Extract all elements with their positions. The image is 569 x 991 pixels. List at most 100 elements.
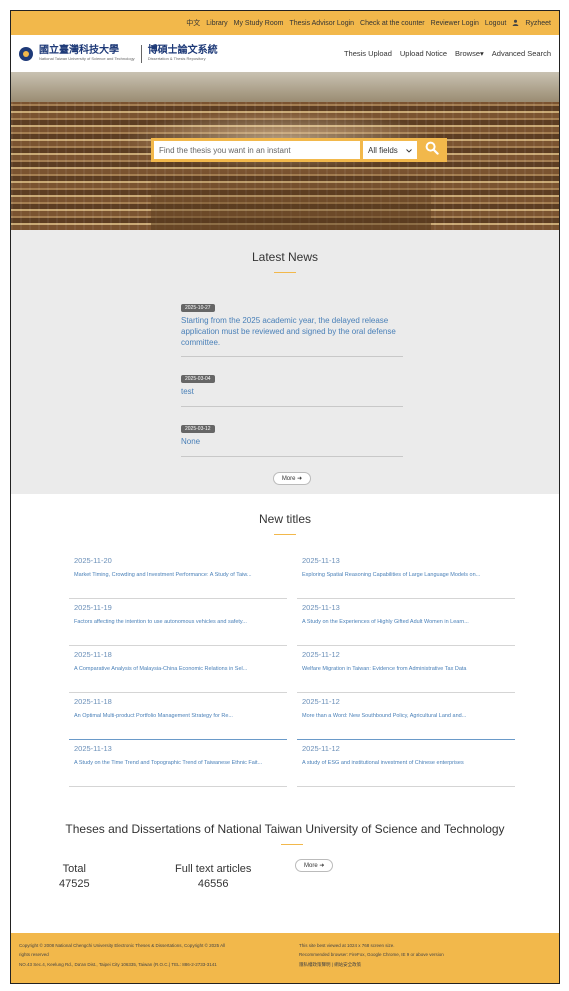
nav-advanced-search[interactable]: Advanced Search [492, 49, 551, 58]
title-link[interactable]: Exploring Spatial Reasoning Capabilities… [302, 572, 510, 578]
title-date: 2025-11-12 [302, 744, 340, 753]
news-item[interactable]: 2025-10-27 Starting from the 2025 academ… [181, 292, 403, 358]
library-link[interactable]: Library [206, 20, 227, 27]
field-select[interactable]: All fields [363, 141, 417, 159]
new-titles-section: New titles 2025-11-20 Market Timing, Cro… [11, 494, 559, 806]
footer-browser-note: Recommended browser: FireFox, Google Chr… [299, 952, 444, 958]
stat-fulltext-value: 46556 [197, 878, 229, 891]
stats-more-label: More [304, 863, 318, 869]
title-card[interactable]: 2025-11-13 A Study on the Experiences of… [297, 599, 515, 646]
footer-policy-links[interactable]: 隱私權政策聲明 | 網站安全政策 [299, 960, 549, 969]
reviewer-login-link[interactable]: Reviewer Login [431, 20, 479, 27]
title-card[interactable]: 2025-11-13 A Study on the Time Trend and… [69, 740, 287, 787]
title-link[interactable]: A Comparative Analysis of Malaysia-China… [74, 666, 282, 672]
browser-frame: 中文 Library My Study Room Thesis Advisor … [10, 10, 560, 984]
title-link[interactable]: Factors affecting the intention to use a… [74, 619, 282, 625]
chevron-down-icon [406, 146, 412, 155]
news-list: 2025-10-27 Starting from the 2025 academ… [181, 292, 403, 485]
footer-address: NO.43 Sec.4, Keelung Rd., Da'an Dist., T… [19, 961, 217, 967]
hero-ceiling [11, 72, 559, 102]
logo-divider [140, 44, 142, 63]
title-link[interactable]: More than a Word: New Southbound Policy,… [302, 713, 510, 719]
search-button[interactable] [420, 141, 444, 159]
title-card[interactable]: 2025-11-18 An Optimal Multi-product Port… [69, 693, 287, 740]
check-counter-link[interactable]: Check at the counter [360, 20, 425, 27]
title-link[interactable]: Market Timing, Crowding and Investment P… [74, 572, 282, 578]
lang-link[interactable]: 中文 [186, 18, 200, 28]
search-icon [425, 141, 439, 160]
nav-thesis-upload[interactable]: Thesis Upload [344, 49, 392, 58]
footer-rights: rights reserved [19, 952, 49, 958]
title-link[interactable]: A Study on the Experiences of Highly Gif… [302, 619, 510, 625]
title-underline [274, 272, 296, 273]
title-date: 2025-11-13 [302, 603, 340, 612]
stats-more-button[interactable]: More ➜ [295, 859, 334, 872]
news-text[interactable]: Starting from the 2025 academic year, th… [181, 316, 403, 348]
study-room-link[interactable]: My Study Room [234, 20, 284, 27]
stats-title: Theses and Dissertations of National Tai… [65, 822, 505, 836]
site-logo[interactable]: 國立臺灣科技大學 National Taiwan University of S… [19, 44, 218, 63]
title-card[interactable]: 2025-11-12 Welfare Migration in Taiwan: … [297, 646, 515, 693]
news-text[interactable]: None [181, 437, 403, 448]
logo-subtext: National Taiwan University of Science an… [39, 55, 135, 61]
title-card[interactable]: 2025-11-18 A Comparative Analysis of Mal… [69, 646, 287, 693]
footer-left: Copyright © 2008 National Chengchi Unive… [19, 941, 294, 969]
arrow-right-icon: ➜ [297, 475, 303, 482]
title-date: 2025-11-20 [74, 556, 112, 565]
stats-section: Theses and Dissertations of National Tai… [11, 806, 559, 912]
site-header: 國立臺灣科技大學 National Taiwan University of S… [11, 35, 559, 72]
footer-right: This site best viewed at 1024 x 768 scre… [299, 941, 549, 969]
main-nav: Thesis Upload Upload Notice Browse▾ Adva… [344, 49, 551, 58]
title-card[interactable]: 2025-11-12 A study of ESG and institutio… [297, 740, 515, 787]
footer-copyright: Copyright © 2008 National Chengchi Unive… [19, 943, 226, 948]
hero-floor [151, 170, 431, 230]
title-underline [281, 844, 303, 845]
stat-total-label: Total [62, 863, 86, 875]
news-more-label: More [281, 475, 296, 482]
logout-link[interactable]: Logout [485, 20, 506, 27]
stat-fulltext: Full text articles 46556 [175, 862, 251, 893]
latest-news-title: Latest News [251, 250, 319, 264]
repo-subtitle: Dissertation & Thesis Repository [147, 55, 206, 61]
top-utility-bar: 中文 Library My Study Room Thesis Advisor … [11, 11, 559, 35]
new-titles-grid: 2025-11-20 Market Timing, Crowding and I… [69, 552, 517, 787]
title-underline [274, 534, 296, 535]
title-date: 2025-11-12 [302, 697, 340, 706]
stat-fulltext-label: Full text articles [175, 863, 252, 875]
stat-total: Total 47525 [59, 862, 90, 893]
hero-banner: All fields [11, 72, 559, 230]
advisor-login-link[interactable]: Thesis Advisor Login [289, 20, 354, 27]
news-date: 2025-03-04 [181, 375, 215, 384]
site-footer: Copyright © 2008 National Chengchi Unive… [11, 933, 559, 983]
title-date: 2025-11-13 [74, 744, 112, 753]
title-card[interactable]: 2025-11-12 More than a Word: New Southbo… [297, 693, 515, 740]
latest-news-section: Latest News 2025-10-27 Starting from the… [11, 230, 559, 494]
search-bar: All fields [151, 138, 447, 162]
title-date: 2025-11-12 [302, 650, 340, 659]
nav-browse[interactable]: Browse▾ [455, 49, 484, 58]
news-item[interactable]: 2025-03-12 None [181, 413, 403, 457]
title-card[interactable]: 2025-11-13 Exploring Spatial Reasoning C… [297, 552, 515, 599]
new-titles-title: New titles [258, 512, 311, 526]
footer-view-note: This site best viewed at 1024 x 768 scre… [299, 943, 395, 948]
title-date: 2025-11-18 [74, 650, 112, 659]
news-date: 2025-03-12 [181, 425, 215, 434]
username[interactable]: Ryzheet [525, 20, 551, 27]
stat-total-value: 47525 [59, 878, 90, 891]
news-more-button[interactable]: More ➜ [272, 471, 312, 485]
title-card[interactable]: 2025-11-20 Market Timing, Crowding and I… [69, 552, 287, 599]
title-link[interactable]: A study of ESG and institutional investm… [302, 760, 510, 766]
search-input[interactable] [154, 141, 360, 159]
news-text[interactable]: test [181, 387, 403, 398]
field-select-value: All fields [368, 145, 398, 155]
news-date: 2025-10-27 [181, 304, 215, 312]
title-link[interactable]: Welfare Migration in Taiwan: Evidence fr… [302, 666, 510, 672]
title-link[interactable]: An Optimal Multi-product Portfolio Manag… [74, 713, 282, 719]
news-item[interactable]: 2025-03-04 test [181, 363, 403, 408]
nav-upload-notice[interactable]: Upload Notice [400, 49, 447, 58]
title-date: 2025-11-19 [74, 603, 112, 612]
arrow-right-icon: ➜ [319, 863, 325, 869]
title-link[interactable]: A Study on the Time Trend and Topographi… [74, 760, 282, 766]
news-more-wrap: More ➜ [181, 467, 403, 485]
title-card[interactable]: 2025-11-19 Factors affecting the intenti… [69, 599, 287, 646]
